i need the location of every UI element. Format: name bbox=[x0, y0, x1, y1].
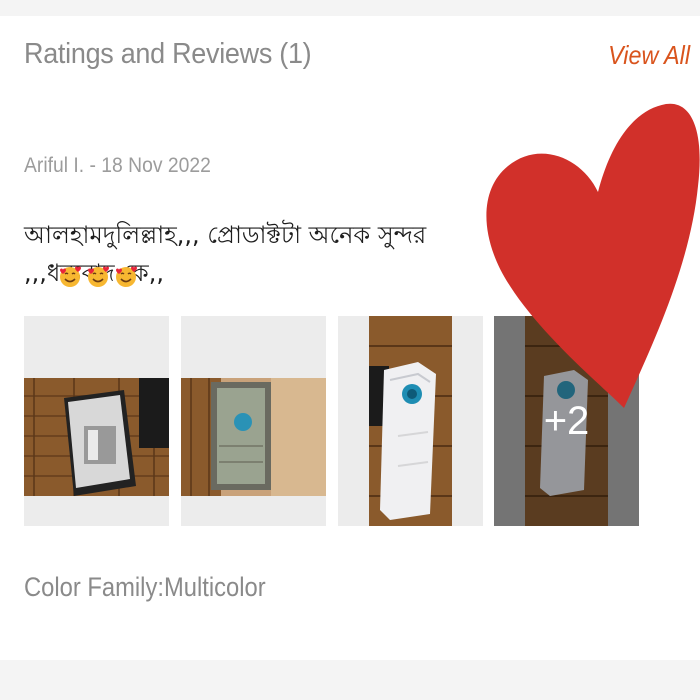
heart-icon bbox=[486, 103, 700, 409]
sku-color-family: Color Family:Multicolor bbox=[24, 572, 266, 602]
reviews-section-title: Ratings and Reviews (1) bbox=[24, 38, 312, 70]
product-box-photo bbox=[24, 316, 169, 526]
review-author-date: Ariful I. - 18 Nov 2022 bbox=[24, 154, 211, 177]
view-all-link[interactable]: View All bbox=[608, 40, 690, 71]
smiling-face-with-hearts-icon bbox=[116, 266, 137, 287]
smiling-face-with-hearts-icon bbox=[60, 266, 81, 287]
review-photo-2[interactable] bbox=[181, 316, 326, 526]
review-photo-3[interactable] bbox=[338, 316, 483, 526]
smiling-face-with-hearts-icon bbox=[88, 266, 109, 287]
opened-box-photo bbox=[181, 316, 326, 526]
review-photo-1[interactable] bbox=[24, 316, 169, 526]
bottom-divider-strip bbox=[0, 660, 700, 700]
top-divider-strip bbox=[0, 0, 700, 16]
product-front-photo bbox=[338, 316, 483, 526]
